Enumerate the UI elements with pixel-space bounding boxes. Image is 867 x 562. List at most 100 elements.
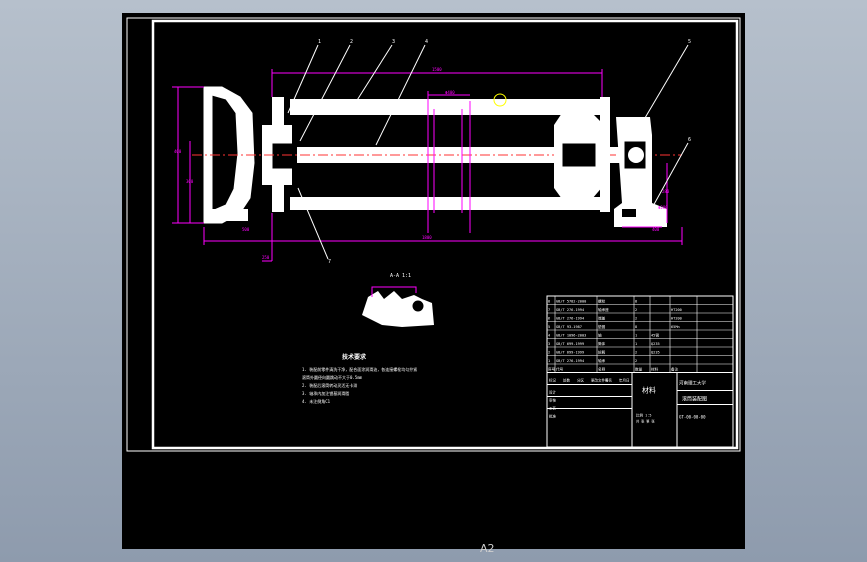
parts-cell: 2 <box>635 359 637 363</box>
tech-note-line: 1. 装配前零件清洗干净，配合面涂润滑油，各连接螺栓均匀拧紧 <box>302 366 417 372</box>
drawing-sheet[interactable]: 1 2 3 4 5 6 7 1800 1500 Φ400 400 300 250 Φ280 280 500 4… <box>122 13 745 555</box>
drum-shell-bottom <box>290 197 602 210</box>
tech-note-line: 滚筒外圆径向圆跳动不大于0.5mm <box>302 374 363 380</box>
revision-header: 签名 <box>605 378 612 383</box>
material-mark: 材料 <box>642 386 656 395</box>
university-name: 河南理工大学 <box>679 380 706 387</box>
parts-cell: GB/T 276-1994 <box>556 308 584 312</box>
balloon-2: 2 <box>350 39 353 45</box>
balloon-7: 7 <box>328 259 331 265</box>
parts-cell: 6 <box>548 317 550 321</box>
paper-size-label: A2 <box>480 542 495 555</box>
parts-cell: 65Mn <box>671 325 680 329</box>
parts-cell: 螺栓 <box>598 299 606 304</box>
parts-cell: 8 <box>635 325 637 329</box>
parts-cell: 轴承 <box>598 358 606 363</box>
dim-overall-length: 1800 <box>422 235 432 240</box>
parts-header-cell: 数量 <box>635 367 643 372</box>
parts-header-cell: 名称 <box>598 367 606 372</box>
parts-cell: GB/T 1096-2003 <box>556 334 586 338</box>
dim-left-height: 400 <box>174 149 182 154</box>
drawing-title: 滚筒装配图 <box>682 396 707 403</box>
revision-header: 标记 <box>549 378 557 383</box>
parts-cell: 45钢 <box>651 333 659 338</box>
sheet-count: 共 张 第 张 <box>636 419 655 424</box>
parts-cell: 垫圈 <box>598 324 606 329</box>
parts-cell: GB/T 5782-2000 <box>556 300 586 304</box>
parts-header-cell: 代号 <box>556 367 564 372</box>
roller-assembly-view <box>172 44 689 262</box>
parts-cell: 3 <box>548 342 550 346</box>
tech-note-line: 3. 轴承内加注锂基润滑脂 <box>302 390 349 396</box>
parts-cell: 7 <box>548 308 550 312</box>
cad-viewport[interactable]: 1 2 3 4 5 6 7 1800 1500 Φ400 400 300 250 Φ280 280 500 4… <box>0 0 867 562</box>
right-bearing-housing <box>614 117 667 227</box>
dim-fit: Φ280 <box>658 205 668 210</box>
parts-cell: 8 <box>635 300 637 304</box>
parts-cell: 2 <box>635 308 637 312</box>
section-note: A-A 1:1 <box>390 273 411 279</box>
parts-cell: Q235 <box>651 351 660 355</box>
dim-bottom-left: 500 <box>242 227 250 232</box>
parts-cell: GB/T 276-1994 <box>556 317 584 321</box>
balloon-1: 1 <box>318 39 321 45</box>
tech-note-line: 2. 装配后滚筒转动灵活无卡滞 <box>302 382 357 388</box>
dim-left-depth: 300 <box>186 179 194 184</box>
dim-bearing: 250 <box>262 255 270 260</box>
technical-notes: 技术要求 1. 装配前零件清洗干净，配合面涂润滑油，各连接螺栓均匀拧紧 滚筒外圆… <box>302 353 417 404</box>
parts-cell: 4 <box>548 334 550 338</box>
parts-cell: GB/T 276-1994 <box>556 359 584 363</box>
parts-cell: 筒体 <box>598 341 606 346</box>
dim-right-height: 280 <box>662 189 670 194</box>
parts-cell: GB/T 699-1999 <box>556 351 584 355</box>
tech-note-line: 4. 未注倒角C1 <box>302 398 331 404</box>
parts-cell: 轮毂 <box>598 350 606 355</box>
parts-cell: 2 <box>548 351 550 355</box>
revision-header: 分区 <box>577 378 585 383</box>
balloon-3: 3 <box>392 39 395 45</box>
right-flange <box>600 97 610 212</box>
parts-cell: 2 <box>635 351 637 355</box>
dim-bottom-right: 400 <box>652 227 660 232</box>
right-hub-bore <box>561 142 597 168</box>
parts-cell: GB/T 699-1999 <box>556 342 584 346</box>
parts-cell: 1 <box>548 359 550 363</box>
inner-border <box>151 19 739 450</box>
left-housing-base <box>208 209 248 221</box>
approval-label: 工艺 <box>549 406 557 411</box>
title-block: 8 GB/T 5782-2000 螺栓 8 7 GB/T 276-1994 轴承座 2 HT20… <box>546 295 734 448</box>
balloon-4: 4 <box>425 39 428 45</box>
parts-header-cell: 备注 <box>671 367 679 372</box>
parts-header-cell: 序号 <box>548 367 556 372</box>
parts-cell: HT200 <box>671 308 682 312</box>
approval-label: 设计 <box>549 390 557 395</box>
parts-cell: Q235 <box>651 342 660 346</box>
drawing-number: GT-00-00-00 <box>679 415 706 420</box>
balloon-6: 6 <box>688 137 691 143</box>
scale-label: 比例 1:5 <box>636 413 651 418</box>
parts-cell: 2 <box>635 317 637 321</box>
approval-label: 审核 <box>549 398 557 403</box>
revision-header: 处数 <box>563 378 571 383</box>
section-bore <box>411 299 425 313</box>
parts-cell: 5 <box>548 325 550 329</box>
dim-inner-length: 1500 <box>432 67 442 72</box>
balloon-5: 5 <box>688 39 691 45</box>
parts-cell: 8 <box>548 300 550 304</box>
section-detail: A-A 1:1 <box>362 273 434 327</box>
approval-label: 批准 <box>549 414 557 419</box>
right-foot-slot <box>622 209 636 217</box>
parts-cell: 1 <box>635 342 637 346</box>
parts-header-cell: 材料 <box>651 367 659 372</box>
dim-diameter: Φ400 <box>445 90 455 95</box>
parts-cell: 轴 <box>598 333 602 338</box>
drum-shell-top <box>290 99 602 115</box>
parts-cell: 端盖 <box>598 316 606 321</box>
drawing-canvas: 1 2 3 4 5 6 7 1800 1500 Φ400 400 300 250 Φ280 280 500 4… <box>126 17 741 452</box>
parts-cell: 1 <box>635 334 637 338</box>
revision-header: 年月日 <box>619 378 630 383</box>
parts-cell: GB/T 93-1987 <box>556 325 582 329</box>
right-shaft-end <box>628 147 644 163</box>
parts-cell: HT200 <box>671 317 682 321</box>
tech-notes-title: 技术要求 <box>342 353 367 361</box>
